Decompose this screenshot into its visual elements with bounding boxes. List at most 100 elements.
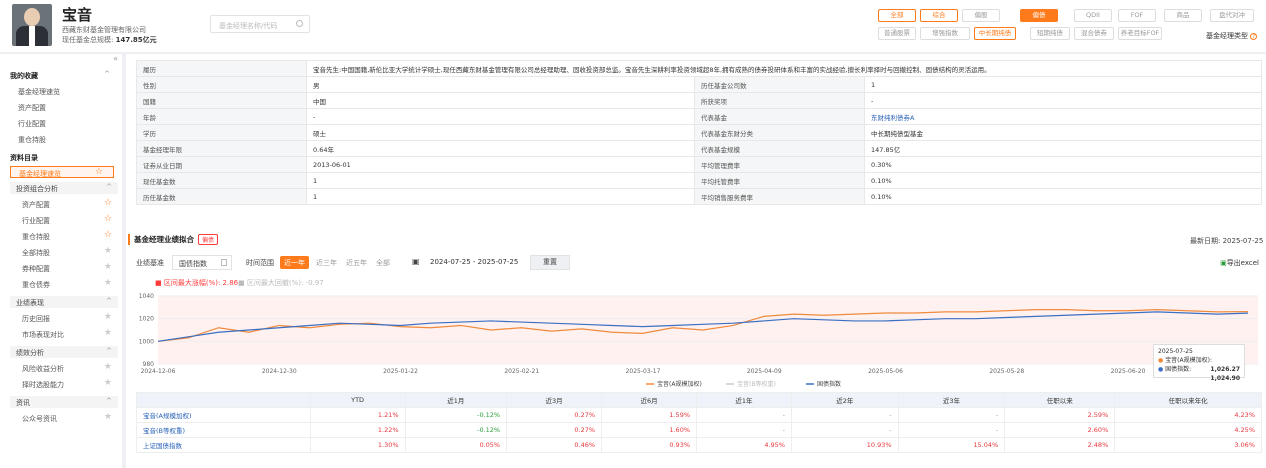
returns-header: 任职以来 bbox=[1004, 392, 1116, 408]
sidebar-fav-item[interactable]: 行业配置 bbox=[0, 117, 122, 129]
y-tick-label: 1000 bbox=[139, 338, 154, 345]
returns-cell: 4.23% bbox=[1114, 407, 1262, 423]
sidebar-item[interactable]: 择时选股能力 ★ bbox=[0, 378, 122, 390]
returns-cell: 1.60% bbox=[601, 422, 698, 438]
star-icon[interactable]: ★ bbox=[104, 412, 112, 422]
filter-tag[interactable]: 综合 bbox=[920, 9, 958, 22]
filter-tag[interactable]: 偏股 bbox=[962, 9, 1000, 22]
category-badge: 偏债 bbox=[198, 234, 219, 245]
star-icon[interactable]: ★ bbox=[104, 246, 112, 256]
sidebar-fav-item[interactable]: 资产配置 bbox=[0, 101, 122, 113]
sidebar-item[interactable]: 资产配置 ☆ bbox=[0, 198, 122, 210]
sidebar-fav-item[interactable]: 重仓持股 bbox=[0, 133, 122, 145]
profile-key: 性别 bbox=[136, 76, 307, 93]
filter-tag[interactable]: 盘代对冲 bbox=[1210, 9, 1254, 22]
benchmark-label: 业绩基准 bbox=[136, 259, 164, 267]
x-tick-label: 2025-04-09 bbox=[747, 368, 782, 375]
search-icon[interactable] bbox=[296, 20, 303, 27]
returns-cell: - bbox=[790, 422, 899, 438]
star-icon[interactable]: ★ bbox=[104, 312, 112, 322]
help-icon[interactable]: ? bbox=[1250, 32, 1258, 40]
sidebar-group-header[interactable]: 业绩表现 ^ bbox=[10, 296, 118, 308]
subfilter-tag[interactable]: 养老目标FOF bbox=[1118, 27, 1162, 40]
legend-item: 宝音(B等权重) bbox=[737, 380, 776, 388]
subfilter-tag[interactable]: 短期纯债 bbox=[1030, 27, 1070, 40]
filter-tag[interactable]: 偏债 bbox=[1020, 9, 1058, 22]
returns-cell: 0.27% bbox=[506, 422, 603, 438]
collapse-icon[interactable]: « bbox=[113, 54, 118, 63]
sidebar-item[interactable]: 重仓持股 ☆ bbox=[0, 230, 122, 242]
sidebar-group-header[interactable]: 绩效分析 ^ bbox=[10, 346, 118, 358]
y-tick-label: 980 bbox=[143, 361, 155, 368]
sidebar-fav-item[interactable]: 基金经理速览 bbox=[0, 85, 122, 97]
returns-header: 近3月 bbox=[506, 392, 603, 408]
sidebar-item[interactable]: 重仓债券 ★ bbox=[0, 278, 122, 290]
sidebar-catalog-header: 资料目录 bbox=[10, 154, 38, 162]
star-icon[interactable]: ☆ bbox=[95, 167, 103, 177]
range-5y[interactable]: 近五年 bbox=[342, 256, 371, 269]
returns-cell: -0.12% bbox=[404, 407, 508, 423]
search-input[interactable]: 基金经理名称/代码 bbox=[210, 15, 310, 33]
star-icon[interactable]: ★ bbox=[104, 262, 112, 272]
resume-label: 履历 bbox=[136, 60, 307, 77]
date-range[interactable]: 2024-07-25 - 2025-07-25 bbox=[430, 258, 518, 266]
subfilter-tag[interactable]: 混合债券 bbox=[1074, 27, 1114, 40]
profile-table: 履历 宝音先生:中国国籍,新伦比亚大学统计学硕士,现任西藏东财基金管理有限公司总经… bbox=[136, 60, 1262, 205]
returns-cell: 0.27% bbox=[506, 407, 603, 423]
subfilter-tag[interactable]: 普通股票 bbox=[878, 27, 916, 40]
filter-tag[interactable]: 商品 bbox=[1164, 9, 1202, 22]
returns-cell: - bbox=[696, 422, 792, 438]
filter-tag[interactable]: QDII bbox=[1074, 9, 1112, 22]
sidebar-item[interactable]: 全部持股 ★ bbox=[0, 246, 122, 258]
profile-value: 中国 bbox=[306, 92, 695, 109]
sidebar-item[interactable]: 公众号资讯 ★ bbox=[0, 412, 122, 424]
star-icon[interactable]: ★ bbox=[104, 328, 112, 338]
calendar-icon[interactable]: ▣ bbox=[412, 257, 420, 266]
x-tick-label: 2025-05-28 bbox=[989, 368, 1024, 375]
returns-header bbox=[136, 392, 311, 408]
profile-value: 1 bbox=[864, 76, 1262, 93]
y-tick-label: 1040 bbox=[139, 293, 154, 300]
returns-row-name[interactable]: 宝音(A规模加权) bbox=[136, 407, 311, 423]
sidebar-item[interactable]: 行业配置 ☆ bbox=[0, 214, 122, 226]
range-all[interactable]: 全部 bbox=[372, 256, 394, 269]
returns-row-name[interactable]: 宝音(B等权重) bbox=[136, 422, 311, 438]
profile-key: 代表基金规模 bbox=[694, 140, 865, 157]
benchmark-select[interactable]: 国债指数 bbox=[172, 255, 232, 270]
returns-cell: 0.05% bbox=[404, 437, 508, 453]
sidebar-item-selected[interactable]: 基金经理速览 ☆ bbox=[10, 166, 114, 178]
header-bar: 宝音 西藏东财基金管理有限公司 现任基金总规模: 147.85亿元 基金经理名称… bbox=[0, 0, 1266, 52]
x-tick-label: 2024-12-06 bbox=[141, 368, 176, 375]
subfilter-tag[interactable]: 增强指数 bbox=[920, 27, 970, 40]
star-icon[interactable]: ★ bbox=[104, 362, 112, 372]
profile-key: 平均销售服务费率 bbox=[694, 188, 865, 205]
range-3y[interactable]: 近三年 bbox=[312, 256, 341, 269]
star-icon[interactable]: ☆ bbox=[104, 198, 112, 208]
subfilter-tag[interactable]: 中长期纯债 bbox=[974, 27, 1016, 40]
reset-button[interactable]: 重置 bbox=[530, 255, 570, 270]
star-icon[interactable]: ★ bbox=[104, 278, 112, 288]
sidebar-item[interactable]: 历史回报 ★ bbox=[0, 312, 122, 324]
sidebar-item[interactable]: 市场表现对比 ★ bbox=[0, 328, 122, 340]
range-1y[interactable]: 近一年 bbox=[280, 256, 309, 269]
sidebar-favorites-header[interactable]: 我的收藏 ^ bbox=[0, 68, 122, 81]
filter-tag[interactable]: 全部 bbox=[878, 9, 916, 22]
sidebar-item[interactable]: 券种配置 ★ bbox=[0, 262, 122, 274]
sidebar-group-header[interactable]: 投资组合分析 ^ bbox=[10, 182, 118, 194]
manager-name: 宝音 bbox=[62, 6, 93, 24]
returns-header: YTD bbox=[309, 392, 406, 408]
star-icon[interactable]: ☆ bbox=[104, 214, 112, 224]
returns-cell: 10.93% bbox=[790, 437, 899, 453]
returns-row-name[interactable]: 上证国债指数 bbox=[136, 437, 311, 453]
returns-header: 近1年 bbox=[696, 392, 792, 408]
star-icon[interactable]: ☆ bbox=[104, 230, 112, 240]
filter-tag[interactable]: FOF bbox=[1118, 9, 1156, 22]
sidebar-item[interactable]: 风险收益分析 ★ bbox=[0, 362, 122, 374]
profile-key: 历任基金公司数 bbox=[694, 76, 865, 93]
returns-cell: - bbox=[897, 422, 1006, 438]
star-icon[interactable]: ★ bbox=[104, 378, 112, 388]
edit-icon[interactable] bbox=[221, 259, 227, 266]
representative-fund-link[interactable]: 东财纯利债券A bbox=[871, 114, 914, 122]
sidebar-group-header[interactable]: 资讯 ^ bbox=[10, 396, 118, 408]
export-excel-button[interactable]: ▣导出excel bbox=[1220, 258, 1259, 268]
